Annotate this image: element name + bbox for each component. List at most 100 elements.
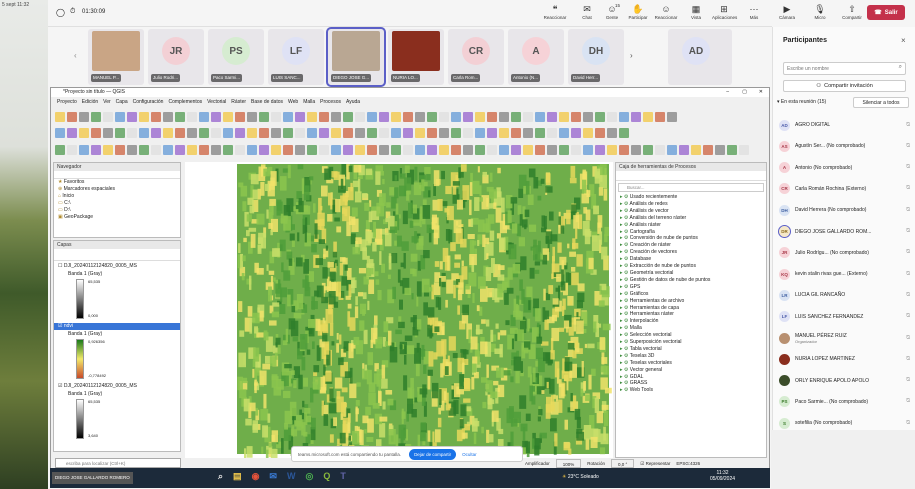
tool-icon[interactable] <box>79 111 89 122</box>
participant-row[interactable]: DR DIEGO JOSE GALLARDO ROM... ⍉ <box>778 225 910 239</box>
browser-icon[interactable]: ◉ <box>252 471 260 482</box>
toolbox-item[interactable]: ▸ ⚙ Creación de ráster <box>616 242 766 249</box>
tool-icon[interactable] <box>355 127 365 138</box>
tool-icon[interactable] <box>115 111 125 122</box>
tool-icon[interactable] <box>559 144 569 155</box>
toolbox-item[interactable]: ▸ ⚙ Análisis de vector <box>616 208 766 215</box>
participant-row[interactable]: AD AGRO DIGITAL ⍉ <box>779 118 910 132</box>
toolbar-button-4[interactable]: ☺ Reaccionar <box>654 3 678 20</box>
toolbox-item[interactable]: ▸ ⚙ Herramientas de archivo <box>616 298 766 305</box>
tool-icon[interactable] <box>103 127 113 138</box>
toolbox-item[interactable]: ▸ ⚙ Conversión de nube de puntos <box>616 235 766 242</box>
search-icon[interactable]: ⌕ <box>218 471 223 482</box>
participant-row[interactable]: LF LUIS SANCHEZ FERNANDEZ ⍉ <box>779 310 910 324</box>
tool-icon[interactable] <box>451 111 461 122</box>
tool-icon[interactable] <box>583 111 593 122</box>
participant-row[interactable]: Ssotefilia (No comprobado) ⍉ <box>779 416 910 430</box>
tool-icon[interactable] <box>295 127 305 138</box>
participant-row[interactable]: ORLY ENRIQUE APOLO APOLO ⍉ <box>779 374 910 388</box>
tool-icon[interactable] <box>415 144 425 155</box>
tool-icon[interactable] <box>667 144 677 155</box>
tool-icon[interactable] <box>199 111 209 122</box>
toolbox-item[interactable]: ▸ ⚙ Herramientas de capa <box>616 305 766 312</box>
browser-item[interactable]: ⊕ Marcadores espaciales <box>54 186 180 193</box>
tool-icon[interactable] <box>559 127 569 138</box>
tool-icon[interactable] <box>271 111 281 122</box>
maximize-icon[interactable]: ▢ <box>742 88 747 97</box>
tool-icon[interactable] <box>139 111 149 122</box>
tool-icon[interactable] <box>211 111 221 122</box>
toolbox-item[interactable]: ▸ ⚙ Selección vectorial <box>616 332 766 339</box>
tool-icon[interactable] <box>307 144 317 155</box>
toolbox-item[interactable]: ▸ ⚙ Análisis de redes <box>616 201 766 208</box>
tool-icon[interactable] <box>607 111 617 122</box>
tool-icon[interactable] <box>427 144 437 155</box>
participant-row[interactable]: KQ kevin stalin rivas gue... (Externo) ⍉ <box>779 267 910 281</box>
toolbar-button-1[interactable]: ✉ Chat <box>575 3 599 20</box>
tool-icon[interactable] <box>535 127 545 138</box>
tool-icon[interactable] <box>691 144 701 155</box>
tool-icon[interactable] <box>91 127 101 138</box>
tool-icon[interactable] <box>55 127 65 138</box>
toolbox-item[interactable]: ▸ ⚙ Cartografía <box>616 229 766 236</box>
toolbar-button-2[interactable]: ☺ Gente 15 <box>600 3 624 20</box>
tool-icon[interactable] <box>151 144 161 155</box>
participant-row[interactable]: PS Paco Sarmie... (No comprobado) ⍉ <box>779 395 910 409</box>
tool-icon[interactable] <box>391 144 401 155</box>
layer-row[interactable]: ☑ ndvi <box>54 323 180 330</box>
tool-icon[interactable] <box>259 127 269 138</box>
toolbox-item[interactable]: ▸ ⚙ Interpolación <box>616 318 766 325</box>
tool-icon[interactable] <box>403 111 413 122</box>
tool-icon[interactable] <box>175 127 185 138</box>
tool-icon[interactable] <box>247 127 257 138</box>
tool-icon[interactable] <box>271 144 281 155</box>
toolbox-item[interactable]: ▸ ⚙ Gestión de datos de nube de puntos <box>616 277 766 284</box>
tool-icon[interactable] <box>595 127 605 138</box>
tool-icon[interactable] <box>163 111 173 122</box>
search-field[interactable]: ⌕ <box>783 62 906 75</box>
tool-icon[interactable] <box>439 127 449 138</box>
tool-icon[interactable] <box>427 127 437 138</box>
participant-tile[interactable]: NURIA LO... <box>388 29 444 85</box>
tool-icon[interactable] <box>283 144 293 155</box>
menu-item[interactable]: Proyecto <box>57 99 77 105</box>
tool-icon[interactable] <box>667 111 677 122</box>
tool-icon[interactable] <box>151 127 161 138</box>
browser-item[interactable]: ⌂ Inicio <box>54 193 180 200</box>
toolbox-item[interactable]: ▸ ⚙ GPS <box>616 284 766 291</box>
tool-icon[interactable] <box>307 127 317 138</box>
participant-row[interactable]: CR Carla Román Rochina (Externo) ⍉ <box>779 182 910 196</box>
browser-item[interactable]: ▣ GeoPackage <box>54 214 180 221</box>
menu-item[interactable]: Capa <box>116 99 128 105</box>
toolbox-item[interactable]: ▸ ⚙ Web Tools <box>616 387 766 394</box>
menu-item[interactable]: Vectorial <box>207 99 226 105</box>
toolbox-item[interactable]: ▸ ⚙ Malla <box>616 325 766 332</box>
files-icon[interactable]: ▤ <box>233 471 242 482</box>
toolbox-item[interactable]: ▸ ⚙ Tabla vectorial <box>616 346 766 353</box>
render-checkbox[interactable]: ☑ Representar <box>640 459 670 468</box>
word-icon[interactable]: W <box>287 471 296 482</box>
tool-icon[interactable] <box>319 127 329 138</box>
tool-icon[interactable] <box>583 127 593 138</box>
tool-icon[interactable] <box>487 127 497 138</box>
toolbox-item[interactable]: ▸ ⚙ GRASS <box>616 380 766 387</box>
tool-icon[interactable] <box>727 144 737 155</box>
tool-icon[interactable] <box>379 127 389 138</box>
tool-icon[interactable] <box>199 144 209 155</box>
browser-item[interactable]: ▭ C:\ <box>54 200 180 207</box>
tool-icon[interactable] <box>343 127 353 138</box>
tool-icon[interactable] <box>211 144 221 155</box>
tool-icon[interactable] <box>79 144 89 155</box>
tool-icon[interactable] <box>67 144 77 155</box>
tool-icon[interactable] <box>643 144 653 155</box>
tool-icon[interactable] <box>139 127 149 138</box>
close-icon[interactable]: × <box>901 36 906 45</box>
tool-icon[interactable] <box>547 127 557 138</box>
tool-icon[interactable] <box>67 127 77 138</box>
tool-icon[interactable] <box>703 144 713 155</box>
tool-icon[interactable] <box>115 144 125 155</box>
qgis-icon[interactable]: Q <box>323 471 330 482</box>
section-toggle[interactable]: ▾ En esta reunión (15) <box>777 99 826 105</box>
tool-icon[interactable] <box>355 144 365 155</box>
tool-icon[interactable] <box>91 144 101 155</box>
